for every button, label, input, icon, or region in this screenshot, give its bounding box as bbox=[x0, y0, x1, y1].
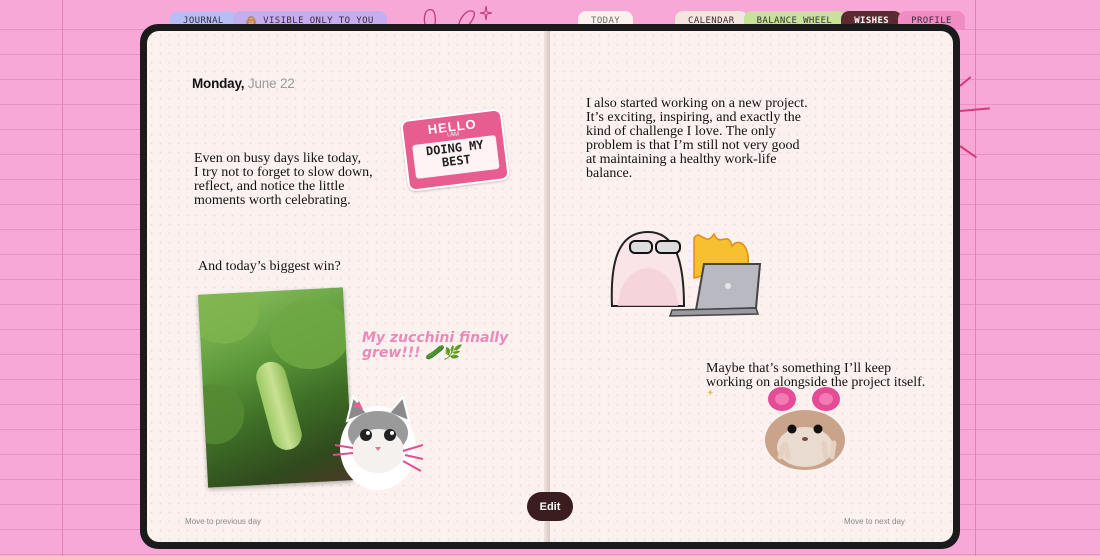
text-line: reflect, and notice the little bbox=[194, 179, 345, 194]
text-line: kind of challenge I love. The only bbox=[586, 124, 776, 139]
entry-paragraph-2: And today’s biggest win? bbox=[198, 259, 341, 274]
entry-paragraph-1: Even on busy days like today, I try not … bbox=[194, 152, 373, 208]
edit-button[interactable]: Edit bbox=[527, 492, 573, 521]
date-weekday: Monday, bbox=[192, 76, 245, 91]
date-month-day: June 22 bbox=[247, 76, 295, 91]
text-line: balance. bbox=[586, 166, 633, 181]
zucchini-photo bbox=[198, 287, 353, 488]
next-day-link[interactable]: Move to next day bbox=[844, 517, 905, 526]
text-line: problem is that I’m still not very good bbox=[586, 138, 800, 153]
hello-name-tag-sticker: HELLO I AM DOING MY BEST bbox=[399, 108, 511, 192]
previous-day-link[interactable]: Move to previous day bbox=[185, 517, 261, 526]
sparkle-icon: ✦ bbox=[706, 388, 715, 399]
margin-line bbox=[975, 0, 976, 556]
text-line: moments worth celebrating. bbox=[194, 193, 351, 208]
text-line: I try not to forget to slow down, bbox=[194, 165, 373, 180]
entry-paragraph-3: I also started working on a new project.… bbox=[586, 97, 808, 181]
text-line: Maybe that’s something I’ll keep bbox=[706, 361, 892, 376]
photo-leaf bbox=[198, 287, 261, 346]
caption-line: My zucchini finally bbox=[362, 330, 509, 346]
hamster-sticker bbox=[765, 387, 845, 470]
photo-leaf bbox=[198, 382, 246, 446]
zucchini-caption: My zucchini finally grew!!! 🥒🌿 bbox=[362, 331, 508, 361]
text-line: at maintaining a healthy work-life bbox=[586, 152, 777, 167]
page-date: Monday, June 22 bbox=[192, 76, 295, 91]
photo-leaf bbox=[268, 297, 353, 372]
text-line: Even on busy days like today, bbox=[194, 151, 362, 166]
margin-line bbox=[62, 0, 63, 556]
text-line: I also started working on a new project. bbox=[586, 96, 808, 111]
photo-zucchini bbox=[252, 358, 306, 454]
caption-line: grew!!! 🥒🌿 bbox=[362, 345, 461, 361]
burnout-laptop-sticker bbox=[610, 230, 762, 317]
cat-sticker bbox=[333, 394, 423, 490]
text-line: It’s exciting, inspiring, and exactly th… bbox=[586, 110, 802, 125]
